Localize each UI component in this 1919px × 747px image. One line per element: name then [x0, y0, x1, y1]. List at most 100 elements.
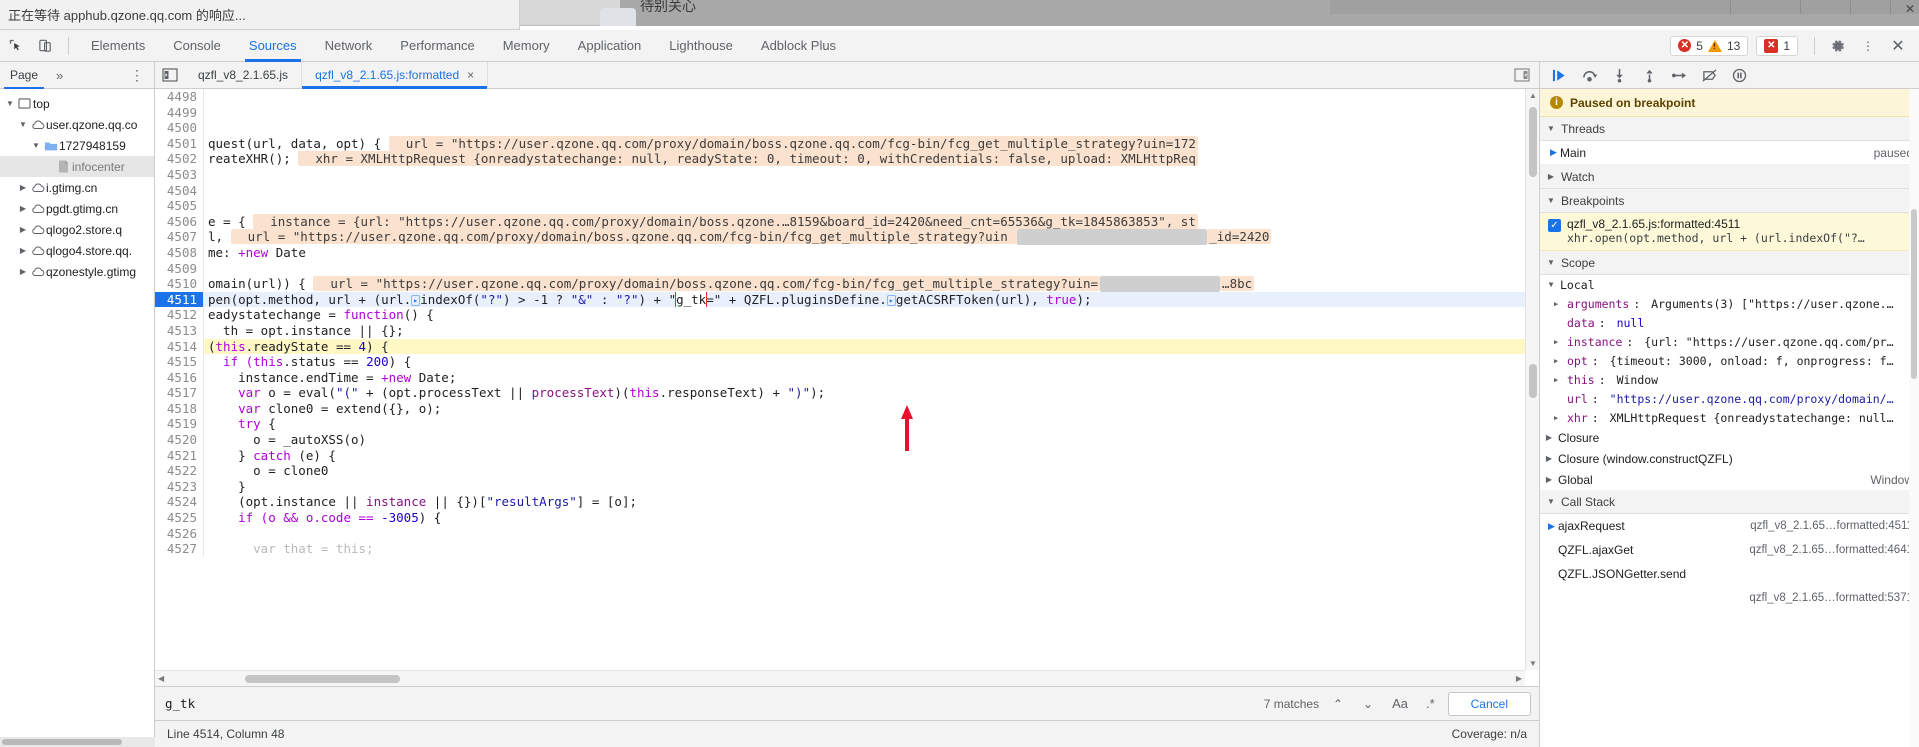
chevron-down-icon[interactable] [17, 120, 29, 129]
code-text[interactable]: var clone0 = extend({}, o); [204, 401, 441, 417]
search-prev-button[interactable]: ⌃ [1327, 697, 1349, 711]
line-number[interactable]: 4514 [155, 338, 204, 355]
code-editor[interactable]: 4498 4499 4500 4501 quest(url, data, opt) { … [155, 89, 1539, 686]
step-over-icon[interactable] [1576, 63, 1602, 87]
line-number[interactable]: 4502 [155, 151, 204, 167]
scope-entry[interactable]: data: null [1540, 313, 1919, 332]
debugger-vertical-scrollbar[interactable] [1909, 89, 1919, 747]
line-number[interactable]: 4508 [155, 244, 204, 261]
code-text[interactable]: me: +new Date [204, 245, 306, 261]
scope-group[interactable]: ▶ Global Window [1540, 469, 1919, 490]
window-close-icon[interactable]: ✕ [1905, 2, 1915, 16]
close-icon[interactable]: ✕ [1883, 31, 1913, 61]
line-number[interactable]: 4501 [155, 135, 204, 152]
code-line[interactable]: 4503 [155, 166, 1525, 183]
chevron-right-icon[interactable]: ▶ [1544, 433, 1554, 442]
thread-main[interactable]: ▶ Main paused [1540, 141, 1919, 165]
code-line[interactable]: 4526 [155, 525, 1525, 542]
show-debugger-icon[interactable] [1505, 68, 1539, 82]
close-icon[interactable]: × [467, 62, 474, 89]
deactivate-breakpoints-icon[interactable] [1696, 63, 1722, 87]
code-line[interactable]: 4513 th = opt.instance || {}; [155, 322, 1525, 339]
line-number[interactable]: 4510 [155, 276, 204, 292]
search-input[interactable] [163, 695, 1256, 712]
code-text[interactable]: var that = this; [204, 541, 373, 557]
code-text[interactable] [204, 167, 208, 183]
pause-on-exceptions-icon[interactable] [1726, 63, 1752, 87]
scope-group[interactable]: ▶ Closure [1540, 427, 1919, 448]
section-breakpoints[interactable]: ▼ Breakpoints [1540, 189, 1919, 213]
line-number[interactable]: 4518 [155, 400, 204, 417]
code-line[interactable]: 4516 instance.endTime = +new Date; [155, 369, 1525, 386]
code-text[interactable]: (this.readyState == 4) { [204, 339, 389, 355]
code-line[interactable]: 4505 [155, 198, 1525, 214]
chevron-right-icon[interactable]: ▶ [1544, 475, 1554, 484]
chevron-right-icon[interactable] [17, 225, 29, 234]
code-line[interactable]: 4517 var o = eval("(" + (opt.processText… [155, 385, 1525, 401]
navigator-more-tabs-icon[interactable]: » [48, 68, 71, 83]
code-text[interactable]: } catch (e) { [204, 448, 336, 464]
chevron-right-icon[interactable]: ▶ [1554, 357, 1563, 365]
tree-item-qlogo4-store-qq-[interactable]: qlogo4.store.qq. [0, 240, 154, 261]
line-number[interactable]: 4504 [155, 182, 204, 199]
tab-elements[interactable]: Elements [77, 30, 159, 62]
scroll-up-arrow-icon[interactable]: ▲ [1529, 91, 1537, 100]
code-line[interactable]: 4502 reateXHR(); xhr = XMLHttpRequest {on… [155, 151, 1525, 167]
scroll-down-arrow-icon[interactable]: ▼ [1529, 659, 1537, 668]
show-navigator-icon[interactable] [155, 68, 185, 82]
code-line[interactable]: 4509 [155, 260, 1525, 277]
line-number[interactable]: 4521 [155, 447, 204, 464]
code-line[interactable]: 4527 var that = this; [155, 541, 1525, 557]
scope-entry[interactable]: url: "https://user.qzone.qq.com/proxy/do… [1540, 389, 1919, 408]
code-line[interactable]: 4520 o = _autoXSS(o) [155, 432, 1525, 448]
scope-group[interactable]: ▶ Closure (window.constructQZFL) [1540, 448, 1919, 469]
code-line[interactable]: 4499 [155, 104, 1525, 121]
tab-performance[interactable]: Performance [386, 30, 488, 62]
call-stack-frame[interactable]: qzfl_v8_2.1.65…formatted:5371 [1540, 586, 1919, 610]
navigator-tab-page[interactable]: Page [0, 62, 48, 89]
line-number[interactable]: 4498 [155, 89, 204, 105]
section-threads[interactable]: ▼ Threads [1540, 117, 1919, 141]
code-text[interactable]: quest(url, data, opt) { url = "https://u… [204, 135, 1198, 152]
step-icon[interactable] [1666, 63, 1692, 87]
line-number[interactable]: 4517 [155, 385, 204, 401]
resume-script-icon[interactable] [1546, 63, 1572, 87]
code-line[interactable]: 4500 [155, 120, 1525, 136]
tab-console[interactable]: Console [159, 30, 235, 62]
code-text[interactable]: if (o && o.code == -3005) { [204, 510, 441, 526]
chevron-right-icon[interactable] [17, 267, 29, 276]
violations-counter-group[interactable]: ✕ 1 [1756, 35, 1798, 56]
chevron-right-icon[interactable]: ▶ [1554, 300, 1563, 308]
code-text[interactable]: l, url = "https://user.qzone.qq.com/prox… [204, 229, 1272, 245]
line-number[interactable]: 4523 [155, 478, 204, 495]
code-text[interactable] [204, 105, 208, 121]
browser-tab-shape[interactable] [600, 8, 636, 26]
line-number[interactable]: 4503 [155, 166, 204, 183]
section-watch[interactable]: ▶ Watch [1540, 165, 1919, 189]
code-text[interactable] [204, 526, 208, 542]
code-line-executing[interactable]: 4511 pen(opt.method, url + (url. ▸ indexOf(… [155, 291, 1525, 308]
editor-horizontal-scrollbar[interactable]: ◀ ▶ [155, 670, 1525, 686]
code-text[interactable]: o = _autoXSS(o) [204, 432, 366, 448]
scope-entry[interactable]: ▶ xhr: XMLHttpRequest {onreadystatechange… [1540, 408, 1919, 427]
breakpoint-checkbox[interactable]: ✓ [1548, 219, 1561, 232]
device-toolbar-icon[interactable] [30, 31, 60, 61]
line-number[interactable]: 4512 [155, 307, 204, 323]
scroll-left-arrow-icon[interactable]: ◀ [158, 674, 164, 683]
line-number[interactable]: 4515 [155, 354, 204, 370]
line-number[interactable]: 4499 [155, 104, 204, 121]
code-text[interactable] [204, 120, 208, 136]
code-line[interactable]: 4522 o = clone0 [155, 463, 1525, 479]
code-line[interactable]: 4515 if (this.status == 200) { [155, 354, 1525, 370]
code-text[interactable]: instance.endTime = +new Date; [204, 370, 456, 386]
code-text[interactable] [204, 89, 208, 105]
scope-entry[interactable]: ▶ arguments: Arguments(3) ["https://user.… [1540, 294, 1919, 313]
issues-counter-group[interactable]: ✕ 5 13 [1670, 35, 1749, 56]
scope-entry[interactable]: ▶ opt: {timeout: 3000, onload: f, onprogr… [1540, 351, 1919, 370]
scroll-right-arrow-icon[interactable]: ▶ [1516, 674, 1522, 683]
line-number[interactable]: 4516 [155, 369, 204, 386]
gear-icon[interactable] [1823, 31, 1853, 61]
code-line[interactable]: 4524 (opt.instance || instance || {})["r… [155, 494, 1525, 511]
code-text[interactable]: if (this.status == 200) { [204, 354, 411, 370]
scope-local-group[interactable]: ▼ Local [1540, 275, 1919, 294]
